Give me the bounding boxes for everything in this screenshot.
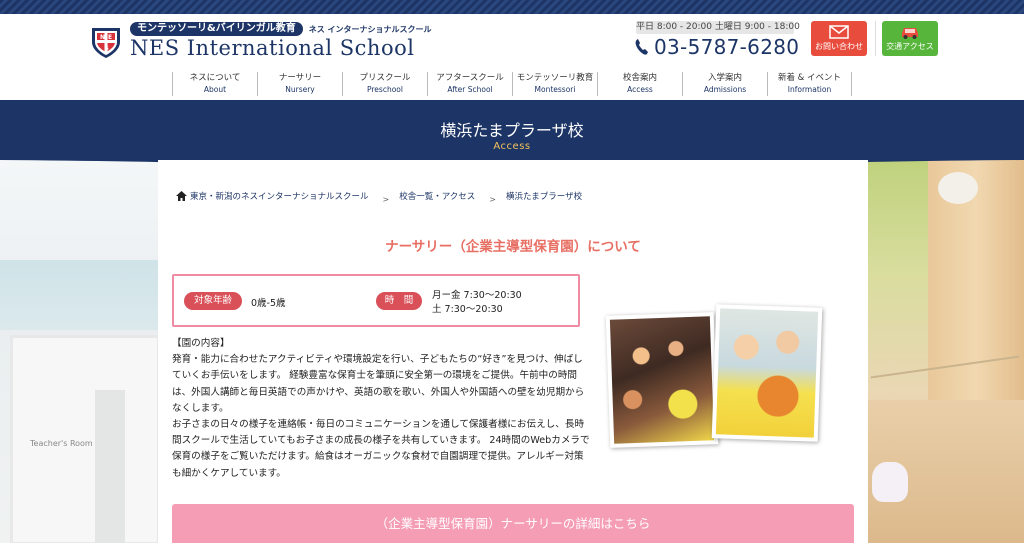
- breadcrumb: 東京・新潟のネスインターナショナルスクール > 校舎一覧・アクセス > 横浜たま…: [176, 190, 582, 204]
- hours-weekday: 月ー金 7:30〜20:30: [432, 290, 522, 301]
- phone-number[interactable]: 03-5787-6280: [654, 35, 799, 59]
- access-button-label: 交通アクセス: [886, 42, 934, 51]
- site-header: N E S モンテッソーリ&バイリンガル教育 ネス インターナショナルスクール …: [0, 14, 1024, 100]
- logo-tag: モンテッソーリ&バイリンガル教育: [130, 22, 303, 36]
- nav-item-sublabel: Preschool: [367, 85, 403, 94]
- nav-item-label: ナーサリー: [278, 73, 322, 83]
- breadcrumb-schools-link[interactable]: 校舎一覧・アクセス: [399, 190, 475, 202]
- nav-item-label: 校舎案内: [622, 73, 657, 83]
- wall-stripe: [0, 260, 158, 330]
- nav-item-label: ネスについて: [189, 73, 241, 83]
- nav-item-access[interactable]: 校舎案内 Access: [597, 72, 682, 96]
- page-subtitle: Access: [493, 141, 531, 152]
- age-value: 0歳-5歳: [251, 298, 286, 309]
- nav-item-nursery[interactable]: ナーサリー Nursery: [257, 72, 342, 96]
- nursery-description: 【園の内容】 発育・能力に合わせたアクティビティや環境設定を行い、子どもたちの“…: [172, 336, 592, 482]
- access-button[interactable]: 交通アクセス: [882, 21, 938, 56]
- door-panel: [95, 390, 125, 543]
- nav-item-label: プリスクール: [359, 73, 411, 83]
- nav-item-sublabel: Admissions: [703, 85, 747, 94]
- svg-text:S: S: [105, 45, 109, 52]
- logo-subtitle: ネス インターナショナルスクール: [308, 24, 432, 34]
- door-sign: Teacher's Room: [30, 439, 93, 448]
- age-label-badge: 対象年齢: [184, 292, 242, 310]
- nav-item-sublabel: After School: [447, 85, 493, 94]
- breadcrumb-home-link[interactable]: 東京・新潟のネスインターナショナルスクール: [190, 190, 369, 202]
- phone-contact[interactable]: 03-5787-6280: [634, 35, 799, 59]
- hours-saturday: 土 7:30〜20:30: [432, 304, 503, 315]
- nav-item-admissions[interactable]: 入学案内 Admissions: [682, 72, 767, 96]
- photo-children-activity: [605, 312, 719, 448]
- nav-item-preschool[interactable]: プリスクール Preschool: [342, 72, 427, 96]
- logo-wordmark[interactable]: NES International School: [130, 36, 414, 60]
- car-icon: [902, 28, 918, 39]
- description-paragraph: お子さまの日々の様子を連絡帳・毎日のコミュニケーションを通して保護者様にお伝えし…: [172, 419, 590, 479]
- breadcrumb-separator: >: [382, 194, 390, 204]
- mail-icon: [829, 25, 849, 39]
- top-stripe: [0, 0, 1024, 14]
- decoration-cloud: [938, 172, 978, 204]
- nav-item-sublabel: Access: [627, 85, 653, 94]
- header-button-divider: [875, 21, 876, 56]
- main-content: 東京・新潟のネスインターナショナルスクール > 校舎一覧・アクセス > 横浜たま…: [158, 160, 868, 543]
- nav-item-sublabel: About: [203, 85, 227, 94]
- phone-icon: [635, 39, 648, 55]
- description-paragraph: 発育・能力に合わせたアクティビティや環境設定を行い、子どもたちの“好き”を見つけ…: [172, 354, 585, 414]
- nursery-details-button[interactable]: （企業主導型保育園）ナーサリーの詳細はこちら: [172, 504, 854, 543]
- hours-label-badge: 時 間: [376, 292, 422, 310]
- nav-item-sublabel: Montessori: [534, 85, 576, 94]
- business-hours: 平日 8:00 - 20:00 土曜日 9:00 - 18:00: [636, 21, 800, 34]
- background-photo-left: Teacher's Room: [0, 160, 158, 543]
- page-title: 横浜たまプラーザ校: [440, 121, 584, 140]
- contact-button-label: お問い合わせ: [815, 42, 863, 51]
- contact-button[interactable]: お問い合わせ: [811, 21, 867, 56]
- nav-item-about[interactable]: ネスについて About: [172, 72, 257, 96]
- background-photo-right: [868, 160, 1024, 543]
- nav-item-information[interactable]: 新着 & イベント Information: [767, 72, 852, 96]
- nav-item-label: アフタースクール: [436, 73, 504, 83]
- svg-text:N: N: [100, 34, 105, 41]
- breadcrumb-separator: >: [489, 194, 496, 204]
- description-heading: 【園の内容】: [172, 338, 230, 349]
- logo-tagline: モンテッソーリ&バイリンガル教育 ネス インターナショナルスクール: [130, 22, 432, 36]
- nav-item-label: 新着 & イベント: [777, 73, 842, 83]
- decoration-bunny: [872, 462, 908, 502]
- nav-item-montessori[interactable]: モンテッソーリ教育 Montessori: [512, 72, 597, 96]
- info-box: 対象年齢 0歳-5歳 時 間 月ー金 7:30〜20:30 土 7:30〜20:…: [172, 274, 580, 327]
- nav-item-label: モンテッソーリ教育: [516, 73, 594, 83]
- breadcrumb-current[interactable]: 横浜たまプラーザ校: [506, 190, 582, 202]
- nav-item-sublabel: Nursery: [285, 85, 315, 94]
- nav-item-label: 入学案内: [707, 73, 742, 83]
- section-title: ナーサリー（企業主導型保育園）について: [385, 239, 641, 255]
- svg-text:E: E: [108, 34, 112, 41]
- nav-item-after-school[interactable]: アフタースクール After School: [427, 72, 512, 96]
- nav-item-sublabel: Information: [787, 85, 832, 94]
- main-nav: ネスについて About ナーサリー Nursery プリスクール Presch…: [172, 72, 852, 96]
- photo-children-pumpkin: [711, 304, 823, 442]
- home-icon: [176, 191, 187, 201]
- school-crest-icon[interactable]: N E S: [88, 24, 124, 60]
- nursery-photos: [605, 300, 824, 452]
